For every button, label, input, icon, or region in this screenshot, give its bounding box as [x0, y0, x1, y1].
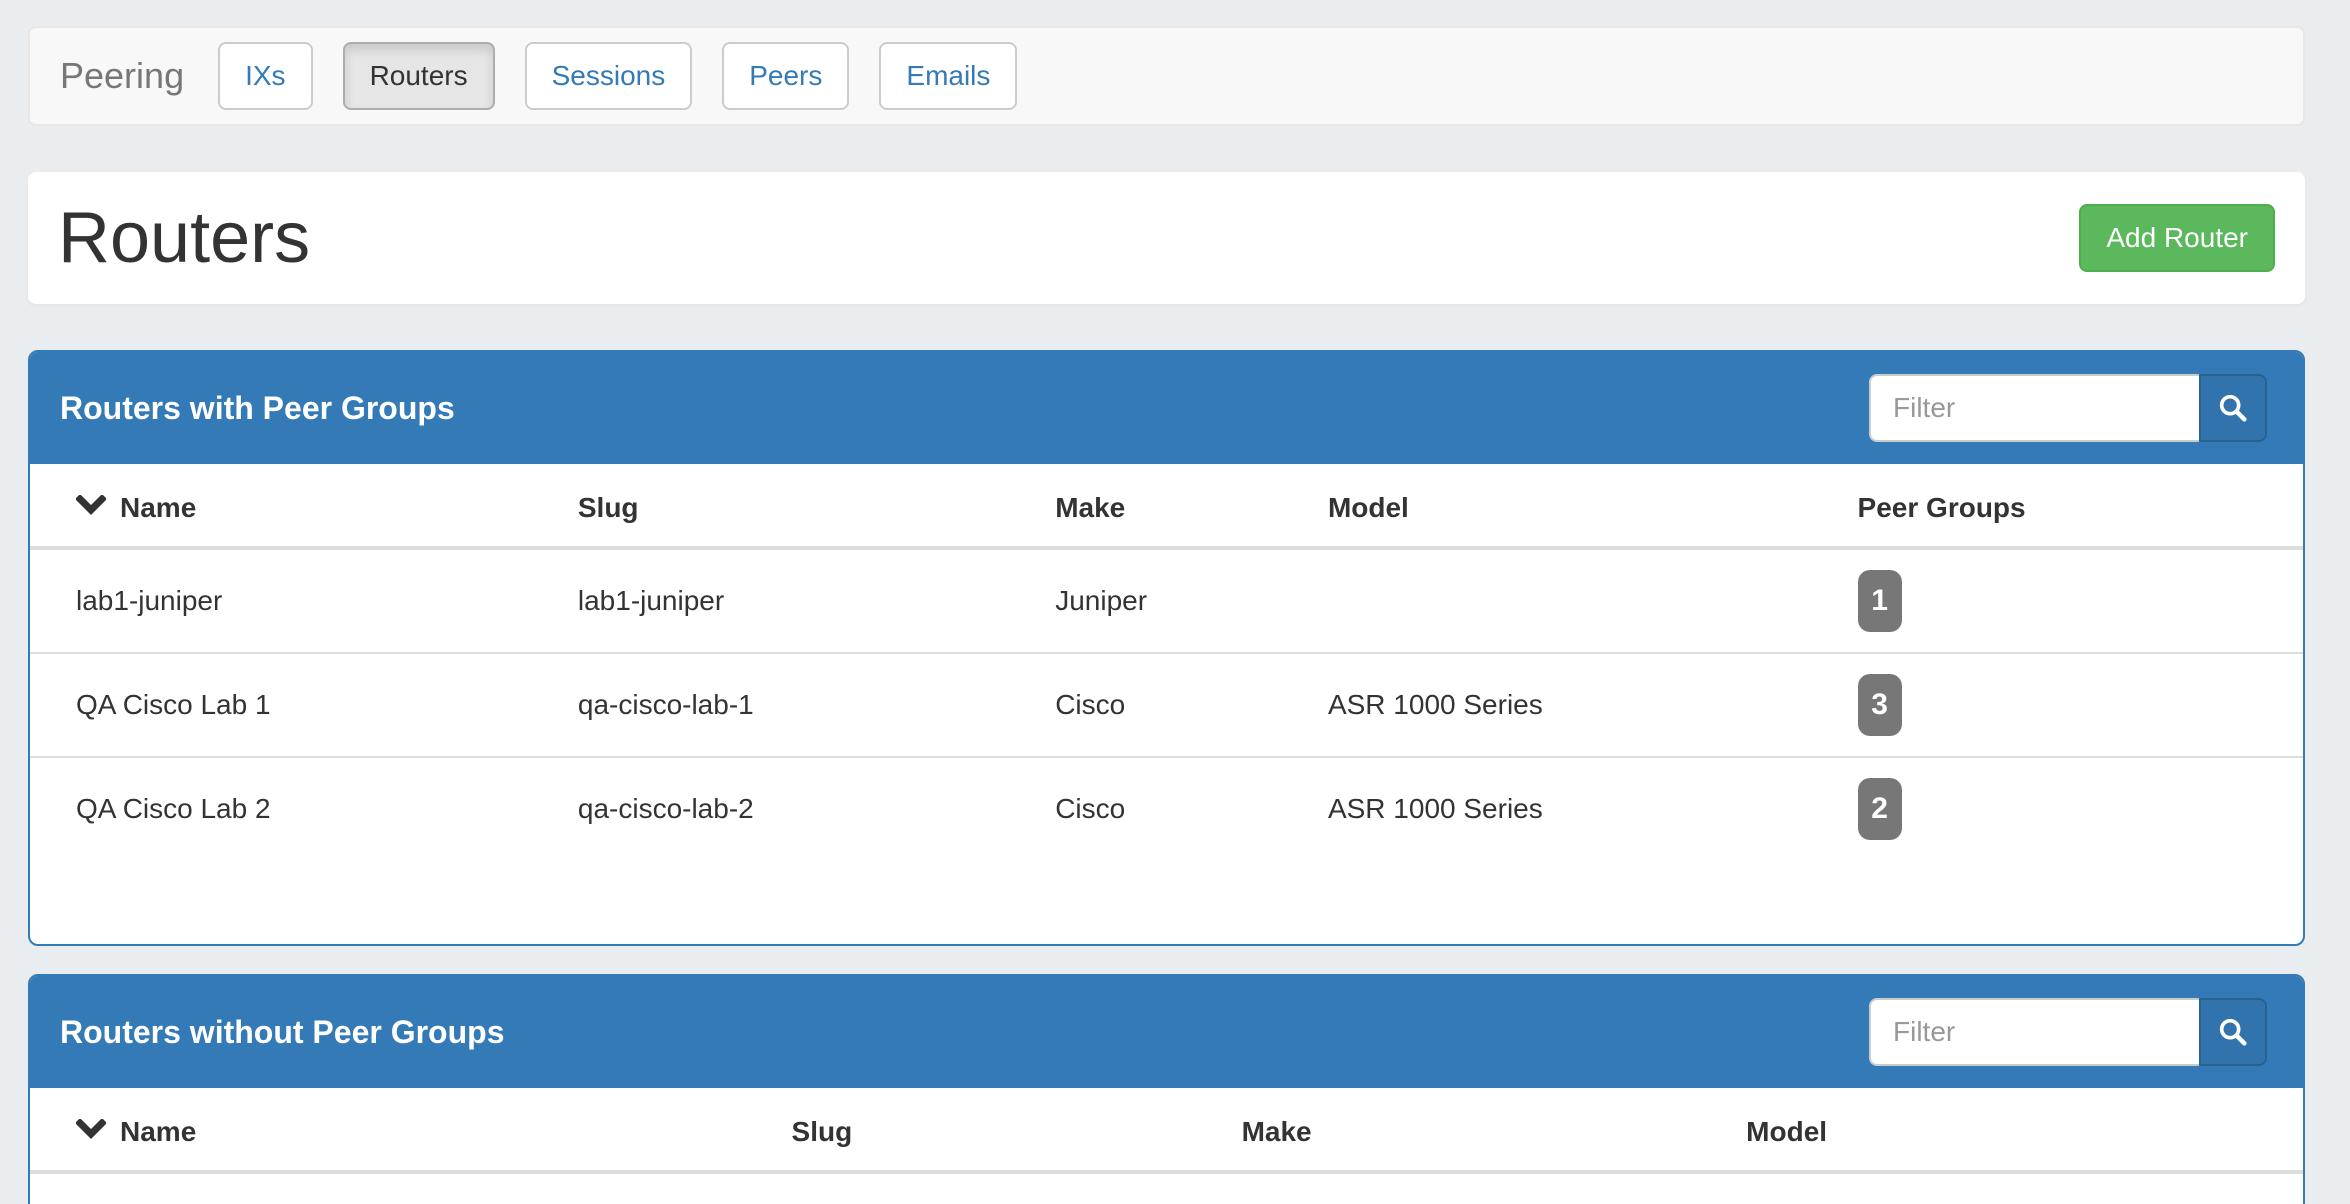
- column-header-model[interactable]: Model: [1312, 464, 1842, 548]
- nav-button-sessions[interactable]: Sessions: [525, 42, 693, 110]
- routers-with-peer-groups-table: Name Slug Make Model Peer Groups lab1-ju…: [30, 464, 2303, 860]
- peer-groups-badge: 3: [1858, 674, 1902, 736]
- column-header-name[interactable]: Name: [30, 1088, 776, 1172]
- cell-make: Cisco: [1039, 757, 1312, 860]
- column-header-slug[interactable]: Slug: [776, 1088, 1226, 1172]
- cell-make: Cisco: [1039, 653, 1312, 757]
- cell-peer-groups: 1: [1842, 548, 2303, 653]
- filter-input[interactable]: [1869, 998, 2199, 1066]
- cell-slug: lab1-juniper: [562, 548, 1039, 653]
- page-header-card: Routers Add Router: [28, 172, 2305, 304]
- column-header-slug[interactable]: Slug: [562, 464, 1039, 548]
- panel-heading: Routers without Peer Groups: [30, 976, 2303, 1088]
- cell-model: ASR 1000 Series: [1312, 653, 1842, 757]
- page-title: Routers: [58, 197, 310, 279]
- search-icon: [2216, 391, 2250, 425]
- panel-routers-with-peer-groups: Routers with Peer Groups: [28, 350, 2305, 946]
- nav-button-peers[interactable]: Peers: [722, 42, 849, 110]
- peer-groups-badge: 1: [1858, 570, 1902, 632]
- cell-model: ASR 1000 Series: [1312, 757, 1842, 860]
- filter-group: [1869, 374, 2267, 442]
- main-container: Peering IXs Routers Sessions Peers Email…: [28, 26, 2305, 1204]
- routers-without-peer-groups-table: Name Slug Make Model: [30, 1088, 2303, 1174]
- filter-group: [1869, 998, 2267, 1066]
- search-button[interactable]: [2199, 374, 2267, 442]
- chevron-down-icon: [76, 1116, 106, 1148]
- cell-slug: qa-cisco-lab-2: [562, 757, 1039, 860]
- column-label: Name: [120, 492, 196, 524]
- table-row: QA Cisco Lab 2 qa-cisco-lab-2 Cisco ASR …: [30, 757, 2303, 860]
- cell-slug: qa-cisco-lab-1: [562, 653, 1039, 757]
- table-row: QA Cisco Lab 1 qa-cisco-lab-1 Cisco ASR …: [30, 653, 2303, 757]
- nav-button-ixs[interactable]: IXs: [218, 42, 312, 110]
- cell-peer-groups: 3: [1842, 653, 2303, 757]
- panel-routers-without-peer-groups: Routers without Peer Groups: [28, 974, 2305, 1204]
- panel-title: Routers with Peer Groups: [60, 392, 455, 424]
- top-navbar: Peering IXs Routers Sessions Peers Email…: [28, 26, 2305, 126]
- table-header-row: Name Slug Make Model Peer Groups: [30, 464, 2303, 548]
- nav-button-routers[interactable]: Routers: [343, 42, 495, 110]
- column-header-name[interactable]: Name: [30, 464, 562, 548]
- cell-name: lab1-juniper: [30, 548, 562, 653]
- column-header-peer-groups[interactable]: Peer Groups: [1842, 464, 2303, 548]
- search-button[interactable]: [2199, 998, 2267, 1066]
- table-row: lab1-juniper lab1-juniper Juniper 1: [30, 548, 2303, 653]
- cell-name: QA Cisco Lab 1: [30, 653, 562, 757]
- search-icon: [2216, 1015, 2250, 1049]
- filter-input[interactable]: [1869, 374, 2199, 442]
- chevron-down-icon: [76, 492, 106, 524]
- cell-name: QA Cisco Lab 2: [30, 757, 562, 860]
- panel-title: Routers without Peer Groups: [60, 1016, 504, 1048]
- nav-button-emails[interactable]: Emails: [879, 42, 1017, 110]
- panel-heading: Routers with Peer Groups: [30, 352, 2303, 464]
- cell-make: Juniper: [1039, 548, 1312, 653]
- column-header-model[interactable]: Model: [1730, 1088, 2303, 1172]
- column-header-make[interactable]: Make: [1039, 464, 1312, 548]
- cell-model: [1312, 548, 1842, 653]
- cell-peer-groups: 2: [1842, 757, 2303, 860]
- add-router-button[interactable]: Add Router: [2079, 204, 2275, 272]
- column-label: Name: [120, 1116, 196, 1148]
- peer-groups-badge: 2: [1858, 778, 1902, 840]
- column-header-make[interactable]: Make: [1226, 1088, 1731, 1172]
- table-header-row: Name Slug Make Model: [30, 1088, 2303, 1172]
- brand-title: Peering: [60, 58, 184, 94]
